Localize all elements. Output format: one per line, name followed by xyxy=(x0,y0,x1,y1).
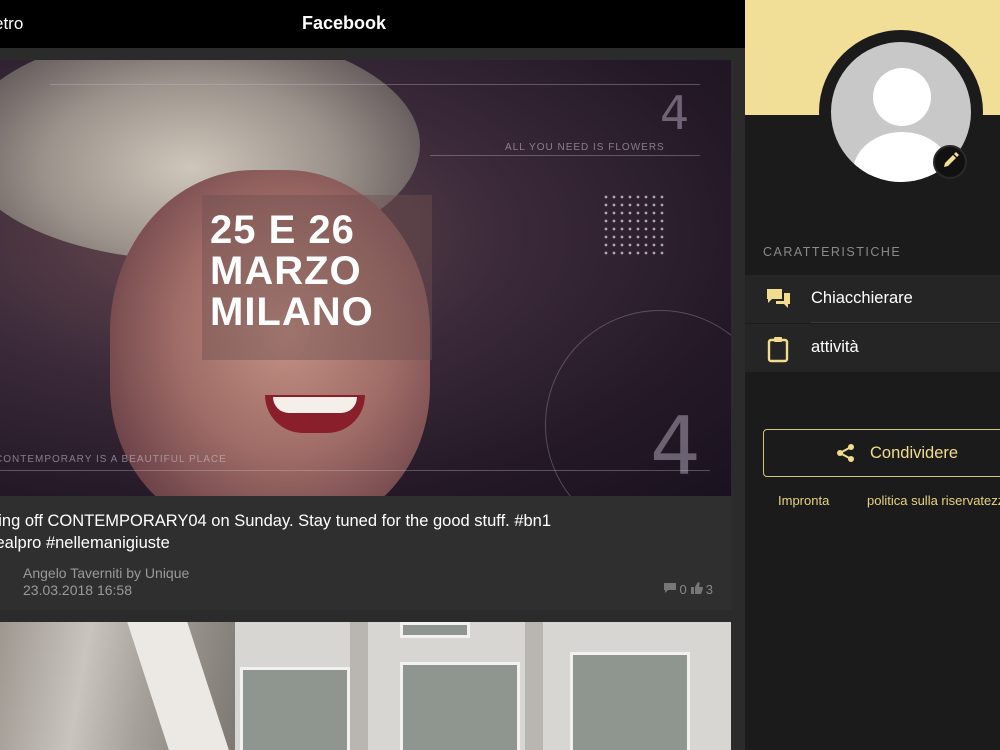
post-image[interactable]: 4 4 ALL YOU NEED IS FLOWERS CONTEMPORARY… xyxy=(0,60,731,496)
chat-icon xyxy=(765,286,793,312)
image-deco-line xyxy=(50,84,700,85)
sidebar-item-activity[interactable]: attività xyxy=(745,324,1000,372)
feed-post-image[interactable] xyxy=(0,622,731,750)
comment-icon[interactable] xyxy=(663,582,677,597)
section-title: CARATTERISTICHE xyxy=(763,245,902,259)
image-deco-circle xyxy=(545,310,731,496)
post-stats: 0 3 xyxy=(663,582,713,597)
image-deco-dots xyxy=(602,193,664,255)
image-deco-text: CONTEMPORARY IS A BEAUTIFUL PLACE xyxy=(0,454,227,465)
divider xyxy=(811,322,1000,323)
post-author[interactable]: Angelo Taverniti by Unique xyxy=(23,565,189,581)
profile-sidebar: CARATTERISTICHE Chiacchierare attività C… xyxy=(745,0,1000,750)
top-bar: etro Facebook xyxy=(0,0,745,48)
post-date: 23.03.2018 16:58 xyxy=(23,582,132,598)
pencil-icon xyxy=(944,152,959,167)
edit-avatar-button[interactable] xyxy=(933,145,967,179)
avatar-head xyxy=(873,68,931,126)
image-window xyxy=(400,622,470,638)
clipboard-icon xyxy=(765,335,793,363)
like-count: 3 xyxy=(705,582,713,597)
imprint-link[interactable]: Impronta xyxy=(778,493,829,508)
post-caption: king off CONTEMPORARY04 on Sunday. Stay … xyxy=(0,512,552,552)
image-deco-text: ALL YOU NEED IS FLOWERS xyxy=(505,142,665,153)
sidebar-item-label: Chiacchierare xyxy=(811,289,913,307)
image-window xyxy=(400,662,520,750)
share-button[interactable]: Condividere xyxy=(763,429,1000,477)
image-window xyxy=(240,667,350,750)
share-label: Condividere xyxy=(870,444,959,462)
image-deco-number: 4 xyxy=(660,86,690,140)
privacy-policy-link[interactable]: politica sulla riservatezza xyxy=(867,493,1000,508)
app-root: etro Facebook 4 4 ALL YOU NEED IS FLOWER… xyxy=(0,0,1000,750)
share-icon xyxy=(836,443,856,463)
image-window xyxy=(570,652,690,750)
thumbs-up-icon[interactable] xyxy=(690,582,703,597)
image-pillar xyxy=(350,622,368,750)
page-title: Facebook xyxy=(301,13,387,33)
image-deco-line xyxy=(430,155,700,156)
sidebar-item-label: attività xyxy=(811,338,859,356)
image-deco-number: 4 xyxy=(650,400,701,493)
image-headline: 25 E 26 MARZO MILANO xyxy=(210,208,374,334)
feed-post[interactable]: 4 4 ALL YOU NEED IS FLOWERS CONTEMPORARY… xyxy=(0,60,731,610)
image-teeth xyxy=(273,397,357,413)
image-pillar xyxy=(525,622,543,750)
sidebar-item-chat[interactable]: Chiacchierare xyxy=(745,275,1000,323)
feed-pane[interactable]: etro Facebook 4 4 ALL YOU NEED IS FLOWER… xyxy=(0,0,745,750)
image-deco-line xyxy=(0,470,710,471)
comment-count: 0 xyxy=(679,582,687,597)
